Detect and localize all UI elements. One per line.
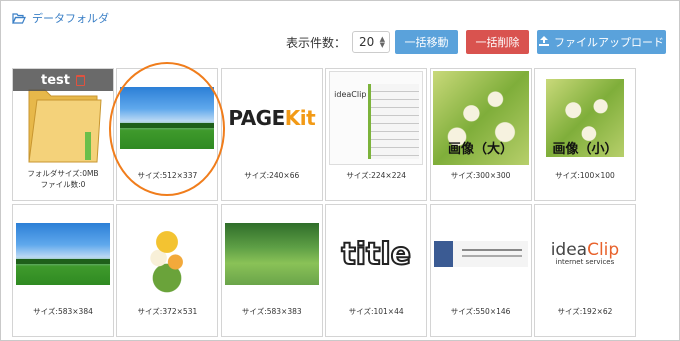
- banner-image: [433, 241, 528, 267]
- file-thumbnail: PAGEKit: [224, 71, 320, 165]
- folder-item[interactable]: test フォルダサイズ:0MB ファイル数:0: [12, 68, 114, 201]
- file-item[interactable]: PAGEKit サイズ:240×66: [220, 68, 323, 201]
- file-size: サイズ:240×66: [244, 171, 300, 180]
- file-item[interactable]: ideaClip internet services サイズ:192×62: [533, 204, 636, 337]
- file-size: サイズ:372×531: [137, 307, 198, 316]
- folder-name: test: [41, 72, 70, 88]
- breadcrumb-label: データフォルダ: [32, 12, 109, 25]
- file-grid: test フォルダサイズ:0MB ファイル数:0 サイズ:512×337 PAG…: [12, 68, 636, 337]
- landscape-photo: [120, 87, 215, 149]
- file-thumbnail: [224, 207, 320, 301]
- pagekit-logo: PAGEKit: [228, 106, 316, 130]
- trash-icon[interactable]: [75, 74, 85, 86]
- file-item[interactable]: サイズ:550×146: [429, 204, 532, 337]
- file-thumbnail: [119, 207, 215, 301]
- file-upload-label: ファイルアップロード: [554, 36, 664, 49]
- toolbar: 表示件数： 20 ▲ ▼ 一括移動 一括削除 ファイルアップロード: [286, 30, 666, 54]
- landscape-photo: [16, 223, 110, 285]
- image-overlay-label: 画像（大）: [448, 142, 514, 157]
- file-thumbnail: [15, 207, 111, 301]
- file-item[interactable]: サイズ:583×384: [12, 204, 114, 337]
- bouquet-photo: [139, 214, 196, 294]
- upload-icon: [539, 35, 549, 49]
- folder-size: フォルダサイズ:0MB: [27, 169, 99, 178]
- file-thumbnail: ideaClip: [328, 71, 424, 165]
- file-thumbnail: ideaClip internet services: [537, 207, 633, 301]
- file-size: サイズ:192×62: [557, 307, 613, 316]
- per-page-label: 表示件数：: [285, 35, 346, 50]
- file-size: サイズ:300×300: [450, 171, 511, 180]
- file-item[interactable]: title サイズ:101×44: [325, 204, 428, 337]
- file-size: サイズ:583×383: [241, 307, 302, 316]
- per-page-value: 20: [359, 35, 375, 49]
- file-size: サイズ:550×146: [450, 307, 511, 316]
- file-item[interactable]: 画像（大） サイズ:300×300: [429, 68, 532, 201]
- folder-count: ファイル数:0: [40, 180, 86, 189]
- folder-caption: フォルダサイズ:0MB ファイル数:0: [13, 168, 113, 190]
- file-thumbnail: 画像（大）: [432, 71, 529, 165]
- file-thumbnail: 画像（小）: [537, 71, 633, 165]
- file-item[interactable]: ideaClip サイズ:224×224: [325, 68, 428, 201]
- file-item[interactable]: サイズ:583×383: [220, 204, 323, 337]
- per-page-select[interactable]: 20 ▲ ▼: [352, 31, 390, 53]
- file-item[interactable]: サイズ:372×531: [116, 204, 219, 337]
- image-overlay-label: 画像（小）: [552, 142, 618, 157]
- file-size: サイズ:512×337: [137, 171, 198, 180]
- file-thumbnail: [433, 207, 529, 301]
- file-thumbnail: [119, 71, 215, 165]
- file-item[interactable]: サイズ:512×337: [116, 68, 219, 201]
- bulk-delete-button[interactable]: 一括削除: [466, 30, 529, 54]
- stepper-arrows-icon: ▲ ▼: [379, 35, 385, 49]
- folder-header: test: [13, 69, 113, 91]
- ideaclip-logo: ideaClip internet services: [550, 240, 620, 266]
- bulk-move-button[interactable]: 一括移動: [395, 30, 458, 54]
- file-size: サイズ:100×100: [555, 171, 615, 180]
- file-item[interactable]: 画像（小） サイズ:100×100: [533, 68, 636, 201]
- file-size: サイズ:583×384: [33, 307, 93, 316]
- file-upload-button[interactable]: ファイルアップロード: [537, 30, 666, 54]
- screenshot-image: ideaClip: [329, 71, 424, 165]
- forest-photo: [224, 223, 319, 285]
- title-logo: title: [340, 236, 412, 273]
- file-size: サイズ:101×44: [348, 307, 404, 316]
- folder-open-icon: [12, 12, 26, 24]
- breadcrumb[interactable]: データフォルダ: [12, 10, 109, 26]
- file-thumbnail: title: [328, 207, 424, 301]
- file-size: サイズ:224×224: [346, 171, 407, 180]
